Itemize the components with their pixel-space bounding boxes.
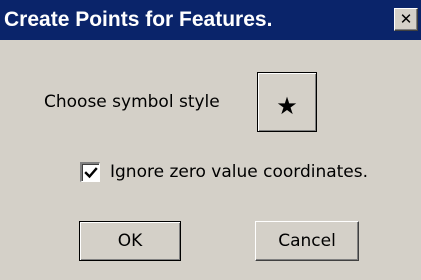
ignore-zero-label[interactable]: Ignore zero value coordinates. xyxy=(110,162,368,182)
cancel-button[interactable]: Cancel xyxy=(255,221,359,261)
ignore-zero-checkbox[interactable] xyxy=(80,162,100,182)
close-icon: ✕ xyxy=(399,10,413,28)
title-bar[interactable]: Create Points for Features. ✕ xyxy=(0,0,421,40)
create-points-dialog: Create Points for Features. ✕ Choose sym… xyxy=(0,0,421,280)
window-title: Create Points for Features. xyxy=(4,8,273,31)
checkmark-icon xyxy=(83,166,98,178)
symbol-style-label: Choose symbol style xyxy=(44,92,220,112)
symbol-style-button[interactable]: ★ xyxy=(257,72,317,132)
star-icon: ★ xyxy=(276,92,298,120)
close-button[interactable]: ✕ xyxy=(394,8,418,31)
ok-button[interactable]: OK xyxy=(79,221,181,261)
